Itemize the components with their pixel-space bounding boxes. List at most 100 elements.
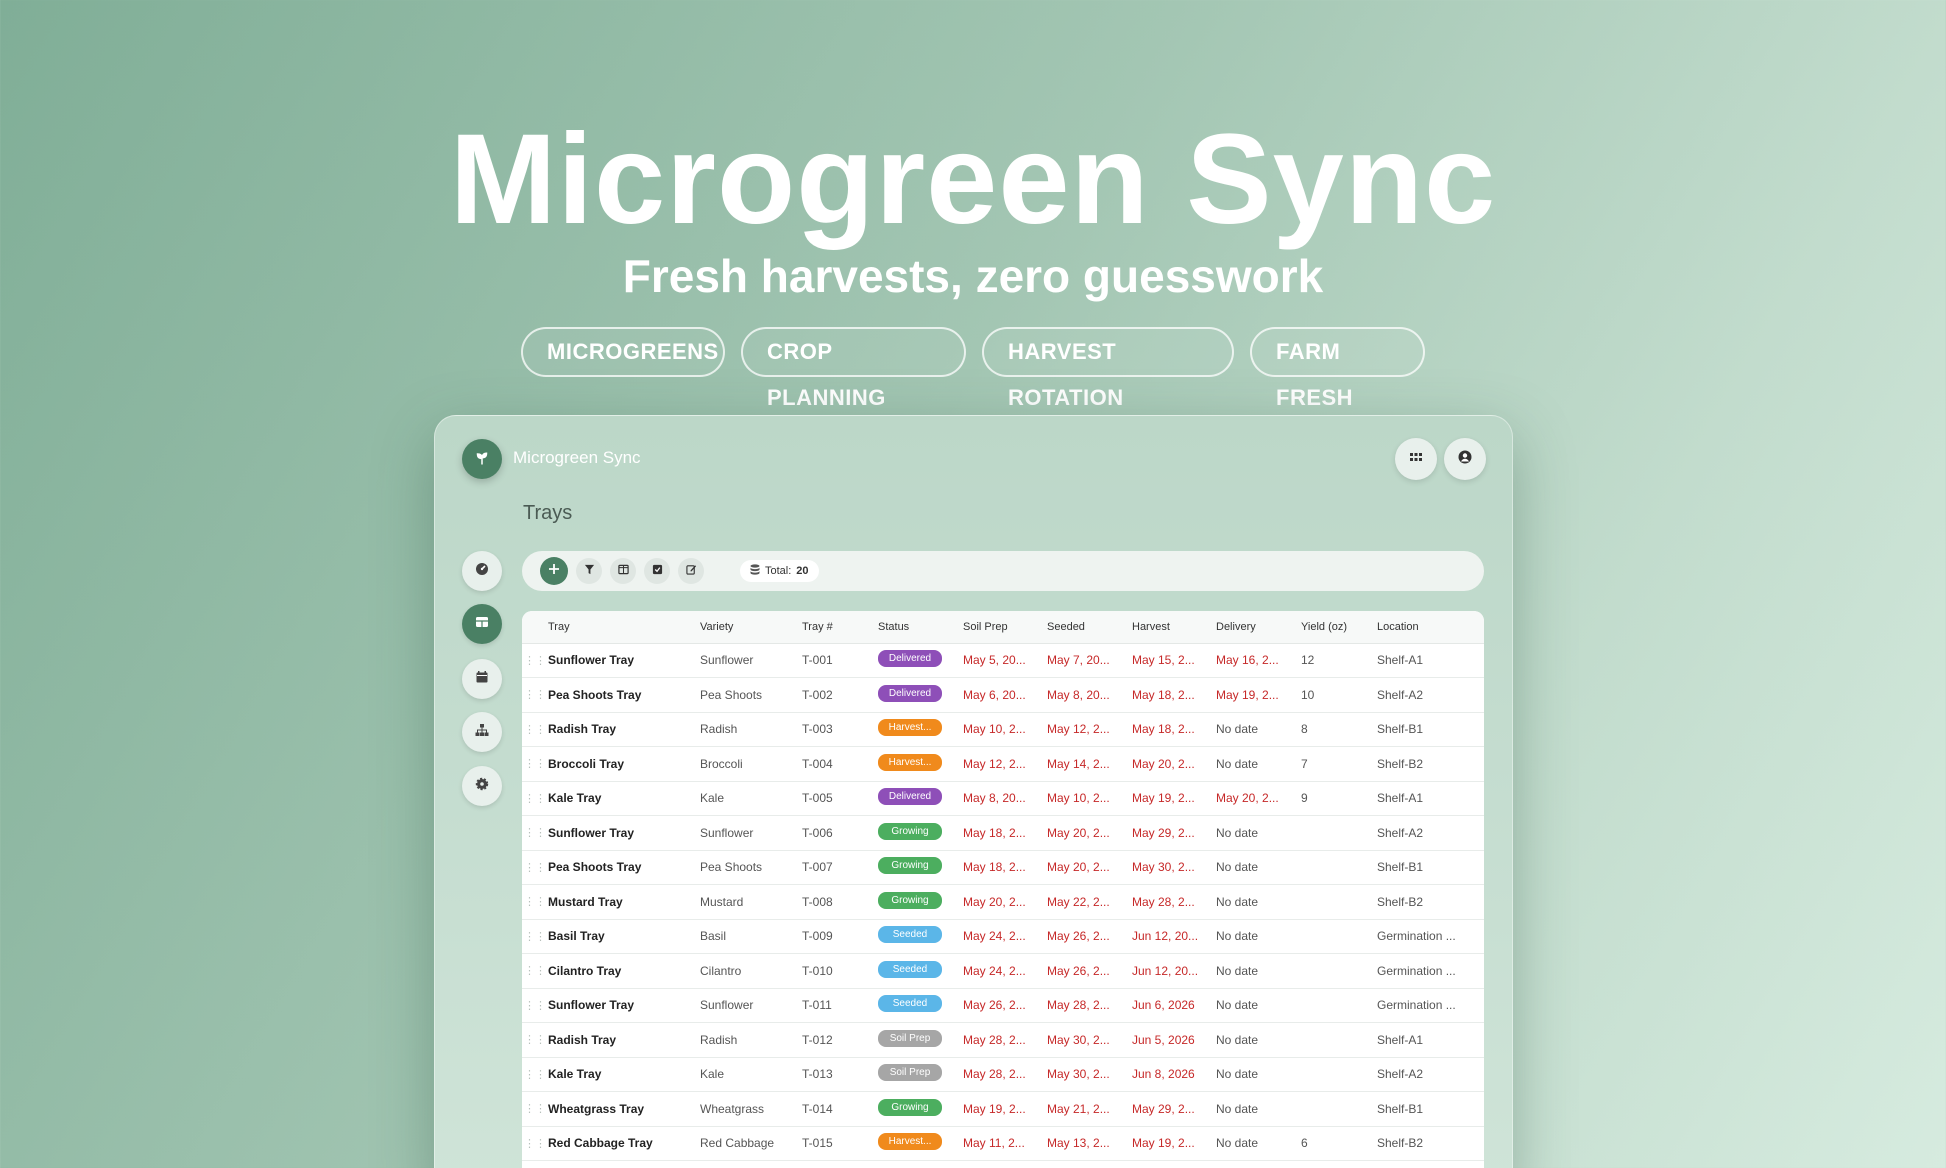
table-cell: Pea Shoots [700, 850, 802, 885]
table-cell: May 21, 2... [1047, 1091, 1132, 1127]
table-cell: T-012 [802, 1022, 878, 1058]
drag-handle-icon[interactable]: ⋮⋮ [522, 815, 548, 851]
table-cell: 12 [1301, 643, 1377, 678]
table-cell: T-010 [802, 953, 878, 989]
table-row[interactable]: ⋮⋮ Wheatgrass Tray Wheatgrass T-014 Growing M… [522, 1091, 1484, 1127]
sidebar-item-trays[interactable] [462, 604, 502, 644]
table-row[interactable]: ⋮⋮ Cilantro Tray Cilantro T-010 Seeded May 24… [522, 953, 1484, 989]
column-header-yield[interactable]: Yield (oz) [1301, 611, 1377, 644]
drag-handle-icon[interactable]: ⋮⋮ [522, 919, 548, 954]
table-cell[interactable]: Wheatgrass Tray [548, 1091, 700, 1127]
table-cell: May 8, 20... [963, 781, 1047, 816]
table-row[interactable]: ⋮⋮ Pea Shoots Tray Pea Shoots T-002 Delivere… [522, 677, 1484, 713]
table-cell: Growing [878, 815, 963, 851]
table-cell: 10 [1301, 677, 1377, 713]
table-row[interactable]: ⋮⋮ Pea Shoots Tray Pea Shoots T-007 Growing M… [522, 850, 1484, 885]
sidebar-item-hierarchy[interactable] [462, 712, 502, 752]
drag-handle-icon[interactable]: ⋮⋮ [522, 850, 548, 885]
table-cell: Radish [700, 712, 802, 747]
table-cell[interactable]: Mustard Tray [548, 884, 700, 920]
table-cell[interactable]: Sunflower Tray [548, 815, 700, 851]
column-header-harvest[interactable]: Harvest [1132, 611, 1216, 644]
table-cell: May 28, 2... [1132, 884, 1216, 920]
table-cell: Jun 8, 2026 [1132, 1057, 1216, 1092]
drag-handle-icon[interactable]: ⋮⋮ [522, 746, 548, 782]
drag-handle-icon[interactable]: ⋮⋮ [522, 643, 548, 678]
add-tray-button[interactable] [540, 557, 568, 585]
table-cell: T-006 [802, 815, 878, 851]
status-badge: Delivered [878, 684, 942, 702]
table-cell: Kale [700, 781, 802, 816]
table-cell[interactable]: Red Cabbage Tray [548, 1126, 700, 1161]
table-row[interactable]: ⋮⋮ Sunflower Tray Sunflower T-001 Delivered M… [522, 643, 1484, 678]
table-row[interactable]: ⋮⋮ Broccoli Tray Broccoli T-004 Harvest... Ma… [522, 746, 1484, 782]
drag-handle-icon[interactable]: ⋮⋮ [522, 884, 548, 920]
tag-farm-fresh: FARM FRESH [1250, 327, 1425, 410]
drag-handle-icon[interactable]: ⋮⋮ [522, 712, 548, 747]
table-cell[interactable]: Kale Tray [548, 781, 700, 816]
table-row[interactable]: ⋮⋮ Radish Tray Radish T-003 Harvest... May 10… [522, 712, 1484, 747]
sidebar-item-dashboard[interactable] [462, 551, 502, 591]
tag-crop-planning: CROP PLANNING [741, 327, 966, 410]
drag-handle-icon[interactable]: ⋮⋮ [522, 1126, 548, 1161]
column-header-soil-prep[interactable]: Soil Prep [963, 611, 1047, 644]
table-cell[interactable]: Sunflower Tray [548, 988, 700, 1023]
table-cell: T-004 [802, 746, 878, 782]
filter-button[interactable] [576, 558, 602, 584]
table-cell: Sunflower [700, 643, 802, 678]
drag-handle-icon[interactable]: ⋮⋮ [522, 1022, 548, 1058]
edit-button[interactable] [678, 558, 704, 584]
column-header-variety[interactable]: Variety [700, 611, 802, 644]
column-header-tray-number[interactable]: Tray # [802, 611, 878, 644]
table-cell: No date [1216, 746, 1301, 782]
table-cell: No date [1216, 1126, 1301, 1161]
columns-button[interactable] [610, 558, 636, 584]
table-row[interactable]: ⋮⋮ Kale Tray Kale T-005 Delivered May 8, 20..… [522, 781, 1484, 816]
column-header-location[interactable]: Location [1377, 611, 1484, 644]
select-button[interactable] [644, 558, 670, 584]
drag-handle-icon[interactable]: ⋮⋮ [522, 1057, 548, 1092]
table-row[interactable]: ⋮⋮ Red Cabbage Tray Red Cabbage T-015 Harves… [522, 1126, 1484, 1161]
table-cell: May 20, 2... [1047, 815, 1132, 851]
drag-handle-icon[interactable]: ⋮⋮ [522, 781, 548, 816]
sidebar-item-calendar[interactable] [462, 659, 502, 699]
table-header-row: Tray Variety Tray # Status Soil Prep See… [522, 611, 1484, 644]
table-cell: Shelf-B2 [1377, 746, 1484, 782]
table-row[interactable]: ⋮⋮ Kale Tray Kale T-013 Soil Prep May 28, 2..… [522, 1057, 1484, 1092]
drag-handle-icon[interactable]: ⋮⋮ [522, 988, 548, 1023]
table-row[interactable]: ⋮⋮ Sunflower Tray Sunflower T-011 Seeded May … [522, 988, 1484, 1023]
table-cell[interactable]: Pea Shoots Tray [548, 677, 700, 713]
drag-handle-icon[interactable]: ⋮⋮ [522, 953, 548, 989]
table-cell[interactable]: Broccoli Tray [548, 746, 700, 782]
table-cell: Germination ... [1377, 988, 1484, 1023]
table-cell[interactable]: Kale Tray [548, 1057, 700, 1092]
table-cell: May 14, 2... [1047, 746, 1132, 782]
table-cell: Shelf-A2 [1377, 815, 1484, 851]
table-cell: T-001 [802, 643, 878, 678]
column-header-tray[interactable]: Tray [548, 611, 700, 644]
table-row[interactable]: ⋮⋮ Sunflower Tray Sunflower T-006 Growing May… [522, 815, 1484, 851]
user-menu-button[interactable] [1444, 438, 1486, 480]
column-header-status[interactable]: Status [878, 611, 963, 644]
table-cell[interactable]: Basil Tray [548, 919, 700, 954]
sidebar-item-settings[interactable] [462, 766, 502, 806]
table-cell[interactable]: Radish Tray [548, 712, 700, 747]
table-cell[interactable]: Pea Shoots Tray [548, 850, 700, 885]
apps-grid-button[interactable] [1395, 438, 1437, 480]
table-cell[interactable]: Radish Tray [548, 1022, 700, 1058]
tag-harvest-rotation: HARVEST ROTATION [982, 327, 1234, 410]
table-cell: T-008 [802, 884, 878, 920]
drag-handle-icon[interactable]: ⋮⋮ [522, 1091, 548, 1127]
table-cell: Jun 12, 20... [1132, 919, 1216, 954]
table-cell[interactable]: Cilantro Tray [548, 953, 700, 989]
table-cell[interactable]: Sunflower Tray [548, 643, 700, 678]
table-row[interactable]: ⋮⋮ Basil Tray Basil T-009 Seeded May 24, 2...… [522, 919, 1484, 954]
table-row[interactable]: ⋮⋮ Radish Tray Radish T-012 Soil Prep May 28,… [522, 1022, 1484, 1058]
drag-handle-icon[interactable]: ⋮⋮ [522, 677, 548, 713]
app-logo[interactable] [462, 439, 502, 479]
table-row[interactable]: ⋮⋮ Mustard Tray Mustard T-008 Growing May 20,… [522, 884, 1484, 920]
table-cell: May 10, 2... [1047, 781, 1132, 816]
status-badge: Harvest... [878, 753, 942, 771]
column-header-delivery[interactable]: Delivery [1216, 611, 1301, 644]
column-header-seeded[interactable]: Seeded [1047, 611, 1132, 644]
